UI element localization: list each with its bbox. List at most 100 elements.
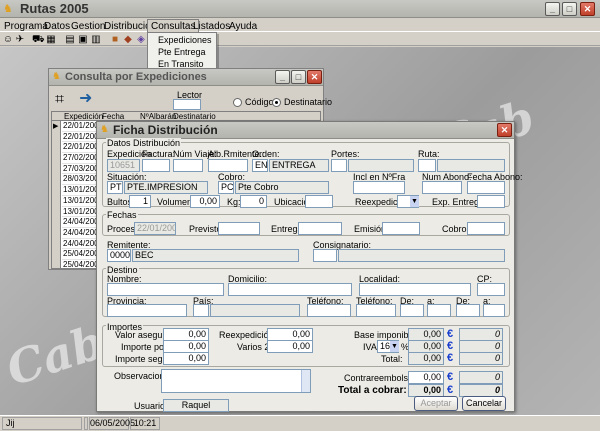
grid-indicator-col <box>52 121 61 268</box>
ruta-code-field[interactable] <box>418 159 436 172</box>
fecha-cobro-field[interactable] <box>467 222 505 235</box>
base-imponible-euro-icon: € <box>447 328 454 340</box>
proceso-field[interactable]: 22/01/2002 <box>134 222 176 235</box>
ruta-desc-field <box>437 159 505 172</box>
box-icon[interactable]: ■ <box>109 34 121 46</box>
fecha-cobro-label: Cobro: <box>442 224 470 234</box>
pais-code-field[interactable] <box>193 304 209 317</box>
expedicion-field[interactable]: 10651 <box>107 159 140 172</box>
telefono2-field[interactable] <box>356 304 396 317</box>
num-abono-field[interactable] <box>422 181 462 194</box>
col-fecha[interactable]: Fecha <box>102 112 124 121</box>
provincia-field[interactable] <box>107 304 187 317</box>
kg-label: Kg: <box>227 197 241 207</box>
num-viaje-field[interactable] <box>173 159 203 172</box>
telefono1-field[interactable] <box>307 304 351 317</box>
incl-nfra-field[interactable] <box>353 181 405 194</box>
minimize-button[interactable]: _ <box>545 2 560 16</box>
previsto-field[interactable] <box>218 222 260 235</box>
consignatario-code-field[interactable] <box>313 249 337 262</box>
domicilio-field[interactable] <box>228 283 352 296</box>
gift-icon[interactable]: ◈ <box>135 34 147 46</box>
clipboard-icon[interactable]: ▣ <box>77 34 89 46</box>
app-icon: ♞ <box>3 3 13 15</box>
cobro-desc-field: Pte Cobro <box>235 181 329 194</box>
a2-field[interactable] <box>483 304 505 317</box>
menu-item-expediciones[interactable]: Expediciones <box>148 34 216 46</box>
total-euro-icon: € <box>447 352 454 364</box>
consignatario-name-field <box>338 249 505 262</box>
situacion-code-field[interactable]: PT <box>107 181 123 194</box>
total-cobrar-euro-icon: € <box>447 384 454 396</box>
total-field: 0,00 <box>408 352 444 365</box>
route-icon[interactable]: ✈ <box>14 34 26 46</box>
close-button[interactable]: ✕ <box>580 2 595 16</box>
export-icon[interactable]: ➜ <box>79 90 92 108</box>
col-destinatario[interactable]: Destinatario <box>173 112 216 121</box>
kg-field[interactable]: 0 <box>240 195 267 208</box>
pais-desc-field <box>210 304 300 317</box>
alb-remitente-field[interactable] <box>208 159 248 172</box>
reexpedicion-chevron-down-icon[interactable]: ▼ <box>410 196 419 207</box>
radio-destinatario-dot <box>275 101 278 104</box>
ubicacion-field[interactable] <box>305 195 333 208</box>
consulta-minimize-button[interactable]: _ <box>275 70 290 84</box>
current-row-arrow-icon: ▶ <box>53 123 59 130</box>
orden-code-field[interactable]: EN <box>252 159 268 172</box>
observaciones-textarea[interactable] <box>161 369 311 393</box>
users-icon[interactable]: ☺ <box>2 34 14 46</box>
aceptar-button[interactable]: Aceptar <box>414 396 458 411</box>
package-icon[interactable]: ◆ <box>122 34 134 46</box>
nombre-field[interactable] <box>107 283 224 296</box>
maximize-button[interactable]: □ <box>562 2 577 16</box>
document-icon[interactable]: ▤ <box>64 34 76 46</box>
total-cobrar-label: Total a cobrar: <box>338 385 407 396</box>
ficha-title: Ficha Distribución <box>113 123 218 137</box>
radio-destinatario-label: Destinatario <box>284 97 333 107</box>
col-expedicion[interactable]: Expedición <box>64 112 103 121</box>
a1-field[interactable] <box>427 304 451 317</box>
lector-input[interactable] <box>173 99 201 110</box>
bultos-field[interactable]: 1 <box>129 195 151 208</box>
iva-chevron-down-icon[interactable]: ▼ <box>390 341 399 352</box>
observaciones-scrollbar[interactable] <box>301 370 310 392</box>
cp-field[interactable] <box>477 283 505 296</box>
localidad-field[interactable] <box>359 283 471 296</box>
cobro-code-field[interactable]: PC <box>218 181 234 194</box>
consulta-maximize-button[interactable]: □ <box>291 70 306 84</box>
menu-item-pte-entrega[interactable]: Pte Entrega <box>148 46 216 58</box>
fecha-abono-field[interactable] <box>467 181 505 194</box>
calendar-icon[interactable]: ▥ <box>90 34 102 46</box>
consulta-close-button[interactable]: ✕ <box>307 70 322 84</box>
varios2-field[interactable]: 0,00 <box>267 340 313 353</box>
truck-icon[interactable]: ⛟ <box>32 34 45 46</box>
col-nalbaran[interactable]: NºAlbarán <box>140 112 176 121</box>
status-date: 06/05/2005 <box>89 417 136 430</box>
situacion-desc-field: PTE.IMPRESION <box>124 181 208 194</box>
importe-seguro-field[interactable]: 0,00 <box>163 352 209 365</box>
statusbar: Jij 06/05/2005 10:21 <box>0 415 600 431</box>
remitente-code-field[interactable]: 00001 <box>107 249 131 262</box>
contrareembolso-field[interactable]: 0,00 <box>408 371 444 384</box>
binoculars-icon[interactable]: ⌗ <box>55 91 64 109</box>
cancelar-button[interactable]: Cancelar <box>462 396 506 411</box>
book-icon[interactable]: ▦ <box>45 34 57 46</box>
entrega-field[interactable] <box>298 222 342 235</box>
exp-entrega-field[interactable] <box>477 195 505 208</box>
group-datos-distribucion-title: Datos Distribución <box>106 138 182 148</box>
factura-field[interactable] <box>142 159 170 172</box>
group-fechas-title: Fechas <box>106 210 138 220</box>
radio-codigo[interactable] <box>233 98 242 107</box>
total-alt-field: 0 <box>459 352 503 365</box>
de1-field[interactable] <box>400 304 424 317</box>
de2-field[interactable] <box>456 304 480 317</box>
emision-field[interactable] <box>382 222 420 235</box>
portes-code-field[interactable] <box>331 159 347 172</box>
app-title: Rutas 2005 <box>20 1 89 16</box>
ficha-close-button[interactable]: ✕ <box>497 123 512 137</box>
total-label: Total: <box>381 354 403 364</box>
toolbar: ☺ ✈ ⛟ ▦ ▤ ▣ ▥ ■ ◆ ◈ <box>0 32 600 46</box>
orden-desc-field: ENTREGA <box>269 159 329 172</box>
volumen-field[interactable]: 0,00 <box>190 195 220 208</box>
portes-desc-field <box>348 159 414 172</box>
